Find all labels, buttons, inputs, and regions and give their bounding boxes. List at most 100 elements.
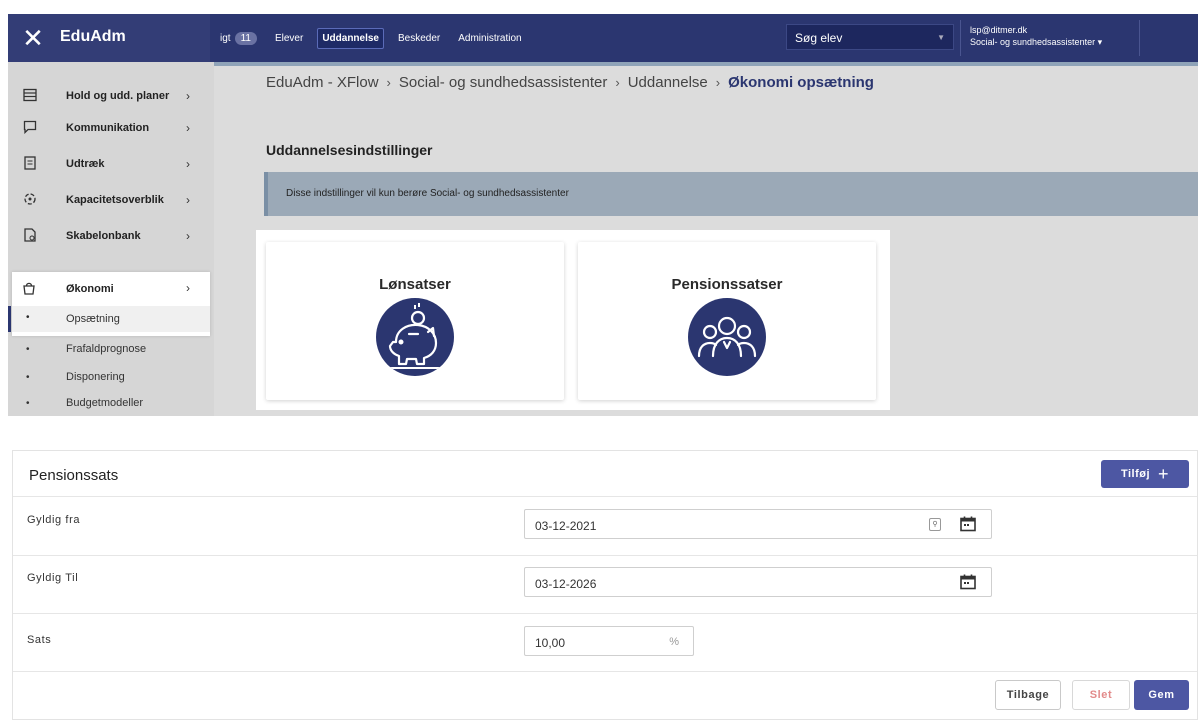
valid-from-input[interactable]: 03-12-2021 ⚲ — [524, 509, 992, 539]
sidebar-subitem-label: Frafaldprognose — [66, 343, 147, 355]
calendar-icon[interactable] — [959, 515, 977, 533]
sidebar-item-kapacitet[interactable]: Kapacitetsoverblik › — [8, 182, 214, 218]
bullet-icon: • — [26, 312, 30, 323]
input-value: 03-12-2021 — [535, 519, 597, 533]
chevron-right-icon: › — [186, 229, 190, 243]
sidebar-item-skabelonbank[interactable]: Skabelonbank › — [8, 218, 214, 254]
info-text: Disse indstillinger vil kun berøre Socia… — [286, 188, 569, 199]
divider — [1139, 20, 1140, 56]
user-menu[interactable]: lsp@ditmer.dk Social- og sundhedsassiste… — [970, 24, 1102, 48]
bullet-icon: • — [26, 372, 30, 383]
sidebar-item-label: Udtræk — [66, 158, 105, 170]
input-value: 10,00 — [535, 636, 566, 650]
bag-icon — [22, 281, 38, 297]
card-title: Lønsatser — [379, 276, 451, 293]
sidebar-item-kommunikation[interactable]: Kommunikation › — [8, 110, 214, 146]
sidebar-subitem-disponering[interactable]: • Disponering — [8, 366, 214, 390]
breadcrumb-item[interactable]: Uddannelse — [628, 74, 708, 91]
export-icon — [22, 156, 38, 172]
chevron-right-icon: › — [186, 121, 190, 135]
chevron-down-icon: ▼ — [937, 33, 945, 42]
sidebar-subitem-label: Budgetmodeller — [66, 397, 144, 409]
input-value: 03-12-2026 — [535, 577, 597, 591]
sidebar: Hold og udd. planer › Kommunikation › Ud… — [8, 62, 214, 416]
app-screenshot: ✕ EduAdm igt 11 Elever Uddannelse Besked… — [8, 14, 1198, 416]
form-row-valid-from: Gyldig fra 03-12-2021 ⚲ — [13, 498, 1197, 556]
sidebar-item-label: Kommunikation — [66, 122, 150, 134]
field-label: Gyldig fra — [27, 514, 81, 526]
info-box: Disse indstillinger vil kun berøre Socia… — [264, 172, 1198, 216]
divider — [960, 20, 961, 56]
chevron-right-icon: › — [186, 281, 190, 295]
user-organization: Social- og sundhedsassistenter ▾ — [970, 37, 1103, 47]
active-indicator — [8, 306, 11, 332]
card-title: Pensionssatser — [671, 276, 783, 293]
nav-item-administration[interactable]: Administration — [454, 29, 525, 48]
brand-logo[interactable]: EduAdm — [60, 28, 126, 46]
top-nav: igt 11 Elever Uddannelse Beskeder Admini… — [216, 27, 526, 49]
sidebar-subitem-budget[interactable]: • Budgetmodeller — [8, 392, 214, 416]
user-email: lsp@ditmer.dk — [970, 25, 1028, 35]
add-button-label: Tilføj — [1120, 468, 1151, 480]
sidebar-subitem-opsaetning[interactable]: • Opsætning — [12, 306, 210, 332]
breadcrumb-item[interactable]: EduAdm - XFlow — [266, 74, 379, 91]
settings-cards: Lønsatser Pensionssatser — [256, 230, 890, 410]
chevron-right-icon: › — [715, 75, 721, 90]
save-button[interactable]: Gem — [1134, 680, 1189, 710]
sidebar-item-hold[interactable]: Hold og udd. planer › — [8, 78, 214, 114]
field-label: Gyldig Til — [27, 572, 79, 584]
section-title: Uddannelsesindstillinger — [266, 142, 433, 158]
bullet-icon: • — [26, 344, 30, 355]
delete-button[interactable]: Slet — [1072, 680, 1130, 710]
calendar-icon[interactable] — [959, 573, 977, 591]
sidebar-item-label: Kapacitetsoverblik — [66, 194, 164, 206]
field-label: Sats — [27, 634, 52, 646]
capacity-icon — [22, 192, 38, 208]
student-search-select[interactable]: Søg elev ▼ — [786, 24, 954, 50]
people-group-icon — [688, 298, 766, 376]
notification-badge: 11 — [234, 31, 257, 45]
template-icon — [22, 228, 38, 244]
bullet-icon: • — [26, 398, 30, 409]
sidebar-item-label: Økonomi — [66, 283, 114, 295]
sidebar-group-oekonomi: Økonomi › • Opsætning — [8, 272, 210, 336]
sidebar-item-label: Skabelonbank — [66, 230, 141, 242]
chevron-right-icon: › — [386, 75, 391, 90]
add-button[interactable]: Tilføj + — [1101, 460, 1189, 488]
sidebar-subitem-label: Opsætning — [66, 313, 120, 325]
sidebar-subitem-frafald[interactable]: • Frafaldprognose — [8, 338, 214, 362]
card-pensionssatser[interactable]: Pensionssatser — [578, 242, 876, 400]
chevron-right-icon: › — [615, 75, 620, 90]
form-header: Pensionssats Tilføj + — [13, 451, 1197, 497]
piggy-bank-icon — [376, 298, 454, 376]
valid-to-input[interactable]: 03-12-2026 — [524, 567, 992, 597]
sidebar-item-oekonomi[interactable]: Økonomi › — [12, 272, 210, 306]
card-loensatser[interactable]: Lønsatser — [266, 242, 564, 400]
chevron-right-icon: › — [186, 89, 190, 103]
nav-item-overview[interactable]: igt 11 — [216, 28, 261, 49]
nav-item-uddannelse[interactable]: Uddannelse — [317, 27, 384, 49]
breadcrumb: EduAdm - XFlow › Social- og sundhedsassi… — [266, 74, 874, 91]
back-button[interactable]: Tilbage — [995, 680, 1061, 710]
chevron-right-icon: › — [186, 193, 190, 207]
chevron-right-icon: › — [186, 157, 190, 171]
pension-rate-form: Pensionssats Tilføj + Gyldig fra 03-12-2… — [12, 450, 1198, 720]
percent-unit: % — [669, 636, 679, 648]
form-title: Pensionssats — [29, 467, 119, 484]
search-select-label: Søg elev — [795, 31, 843, 45]
close-icon[interactable]: ✕ — [18, 23, 48, 53]
breadcrumb-item[interactable]: Social- og sundhedsassistenter — [399, 74, 607, 91]
contact-card-icon: ⚲ — [929, 518, 941, 531]
sidebar-item-udtraek[interactable]: Udtræk › — [8, 146, 214, 182]
breadcrumb-current: Økonomi opsætning — [728, 74, 874, 91]
rate-input[interactable]: 10,00 % — [524, 626, 694, 656]
form-row-valid-to: Gyldig Til 03-12-2026 — [13, 556, 1197, 614]
nav-item-label: igt — [220, 32, 231, 44]
form-row-rate: Sats 10,00 % — [13, 614, 1197, 672]
chat-icon — [22, 120, 38, 136]
nav-item-elever[interactable]: Elever — [271, 29, 307, 48]
table-icon — [22, 88, 38, 104]
nav-item-beskeder[interactable]: Beskeder — [394, 29, 444, 48]
breadcrumb-divider — [214, 62, 1198, 66]
sidebar-subitem-label: Disponering — [66, 371, 125, 383]
